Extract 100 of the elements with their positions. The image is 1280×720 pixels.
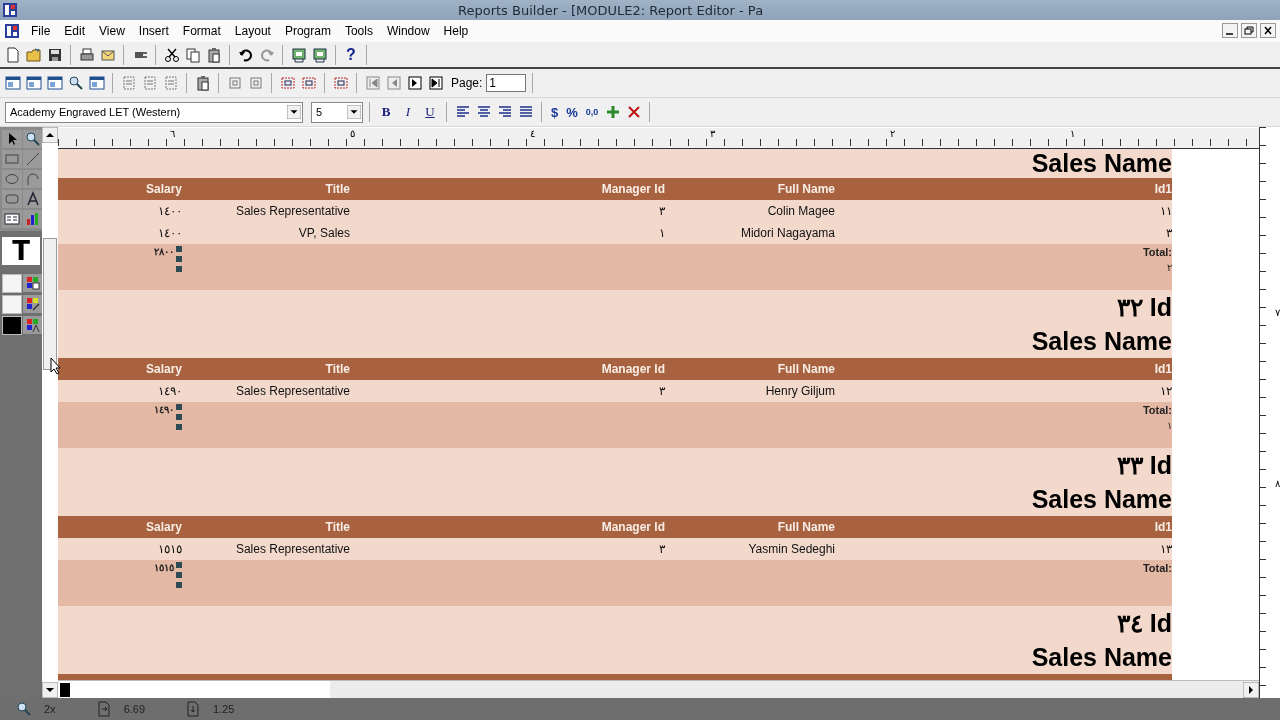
down-arrow-icon[interactable] (347, 105, 361, 119)
app-icon (2, 2, 18, 18)
ruler-label: ٣ (710, 128, 716, 140)
menu-item[interactable]: Tools (337, 22, 380, 40)
align-left-icon[interactable] (454, 104, 471, 120)
ruler-label: ٥ (350, 128, 356, 140)
menu-item[interactable]: Program (277, 22, 338, 40)
total-count: ٢ (1167, 262, 1172, 273)
color-swatch[interactable] (2, 274, 22, 293)
printer-icon[interactable] (78, 46, 95, 63)
window-icon[interactable] (25, 75, 42, 91)
percent-button[interactable]: % (563, 104, 581, 120)
page-icon (95, 701, 112, 717)
font-dropdown[interactable]: Academy Engraved LET (Western) (5, 101, 303, 123)
align-center-icon[interactable] (475, 104, 492, 120)
help-button[interactable]: ? (342, 45, 360, 64)
down-arrow-icon[interactable] (287, 105, 301, 119)
color-swatch[interactable] (2, 316, 22, 335)
column-header: Title (324, 362, 350, 376)
zoom-level: 2x (44, 703, 56, 715)
line-icon[interactable] (25, 151, 41, 167)
text-tool[interactable]: T (2, 237, 40, 265)
menu-item[interactable]: Format (175, 22, 228, 40)
restore-icon[interactable] (1241, 23, 1257, 39)
underline-button[interactable]: U (420, 104, 440, 120)
table-cell-text: ١٥١٥ (157, 542, 182, 556)
menu-item[interactable]: Help (436, 22, 476, 40)
magnifier-icon[interactable] (67, 75, 84, 91)
horizontal-scrollbar[interactable] (58, 680, 1259, 698)
last-icon[interactable] (427, 75, 444, 91)
file-icon[interactable] (4, 46, 21, 63)
next-icon[interactable] (406, 75, 423, 91)
scrollbar-thumb[interactable] (60, 682, 70, 697)
menu-item[interactable]: View (92, 22, 132, 40)
page-label: Page: (451, 76, 483, 90)
total-label: Total: (1142, 246, 1172, 258)
clipboard-icon[interactable] (194, 75, 211, 91)
up-arrow-icon[interactable] (42, 127, 58, 143)
commas-button[interactable]: 0,0 (582, 107, 602, 117)
select-frame-icon[interactable] (332, 75, 349, 91)
clipboard-icon[interactable] (205, 46, 222, 63)
magnifier-icon[interactable] (25, 131, 41, 147)
table-cell-text: Midori Nagayama (739, 226, 835, 240)
table-cell-text: ٣ (1165, 226, 1172, 240)
field-icon[interactable] (4, 211, 20, 227)
minimize-icon[interactable] (1222, 23, 1238, 39)
italic-button[interactable]: I (398, 104, 418, 120)
vertical-scrollbar[interactable] (42, 127, 58, 698)
table-cell-text: ١٤٠٠ (157, 204, 182, 218)
ruler-label: ٤ (530, 128, 536, 140)
folder-icon[interactable] (25, 46, 42, 63)
select-frame-icon[interactable] (279, 75, 296, 91)
line-color-icon[interactable] (25, 296, 41, 312)
align-right-icon[interactable] (496, 104, 513, 120)
close-icon[interactable] (1260, 23, 1276, 39)
group-title: ٣٣ Id (1116, 450, 1172, 480)
scissors-icon[interactable] (163, 46, 180, 63)
square-icon[interactable] (247, 75, 264, 91)
status-value: 6.69 (123, 703, 146, 715)
menu-item[interactable]: File (24, 22, 58, 40)
bold-button[interactable]: B (376, 104, 396, 120)
menu-item[interactable]: Insert (131, 22, 176, 40)
currency-button[interactable]: $ (548, 104, 562, 120)
justify-icon[interactable] (517, 104, 534, 120)
window-icon[interactable] (4, 75, 21, 91)
column-header: Salary (144, 182, 182, 196)
table-cell-text: Sales Representative (234, 384, 350, 398)
table-cell-text: ١ (658, 226, 665, 240)
size-dropdown[interactable]: 5 (311, 101, 363, 123)
window-icon[interactable] (46, 75, 63, 91)
chart-icon[interactable] (25, 211, 41, 227)
scrollbar-thumb[interactable] (43, 238, 57, 370)
group-title: ٣٤ Id (1116, 608, 1172, 638)
page-field[interactable]: 1 (486, 74, 527, 92)
table-cell-text: Henry Giljum (764, 384, 835, 398)
save-icon[interactable] (46, 46, 63, 63)
total-count: ١ (1167, 420, 1172, 431)
menu-item[interactable]: Window (379, 22, 437, 40)
arc-icon[interactable] (25, 171, 41, 187)
plus-icon[interactable] (604, 104, 621, 120)
menu-item[interactable]: Layout (227, 22, 278, 40)
down-arrow-icon[interactable] (42, 682, 58, 698)
cross-icon[interactable] (625, 104, 642, 120)
window-icon[interactable] (88, 75, 105, 91)
square-icon[interactable] (226, 75, 243, 91)
section-heading: Sales Name (1031, 484, 1172, 514)
fill-color-icon[interactable] (25, 275, 41, 291)
first-icon[interactable] (364, 75, 381, 91)
ruler-label: ١ (1070, 128, 1076, 140)
ellipse-icon[interactable] (4, 171, 20, 187)
undo-icon[interactable] (237, 46, 254, 63)
rounded-rectangle-icon[interactable] (4, 191, 20, 207)
color-swatch[interactable] (2, 295, 22, 314)
menu-item[interactable]: Edit (57, 22, 93, 40)
text-color-icon[interactable] (25, 317, 41, 333)
letter-icon[interactable] (25, 191, 41, 207)
copy-icon[interactable] (184, 46, 201, 63)
app-icon[interactable] (4, 23, 20, 39)
select-frame-icon[interactable] (300, 75, 317, 91)
right-arrow-icon[interactable] (1243, 681, 1259, 698)
